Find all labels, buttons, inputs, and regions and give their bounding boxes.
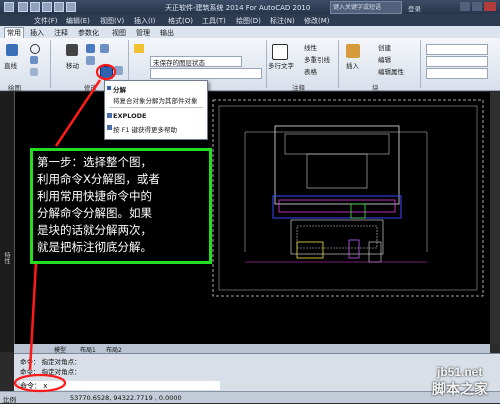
arrow-to-annotation [54, 79, 102, 147]
instruction-line: 利用命令X分解图，或者 [37, 172, 160, 186]
instruction-box: 第一步：选择整个图， 利用命令X分解图，或者 利用常用快捷命令中的 分解命令分解… [30, 148, 212, 264]
instruction-line: 就是把标注彻底分解。 [37, 240, 152, 254]
explode-highlight-circle [95, 63, 117, 81]
instruction-line: 是块的话就分解两次， [37, 223, 152, 237]
watermark-name: 脚本之家 [432, 382, 488, 398]
command-highlight-circle [13, 373, 67, 393]
watermark-site: jb51.net [437, 365, 483, 379]
instruction-line: 第一步：选择整个图， [37, 155, 152, 169]
arrow-to-command [28, 261, 38, 371]
instruction-line: 分解命令分解图。如果 [37, 206, 152, 220]
instruction-line: 利用常用快捷命令中的 [37, 189, 152, 203]
